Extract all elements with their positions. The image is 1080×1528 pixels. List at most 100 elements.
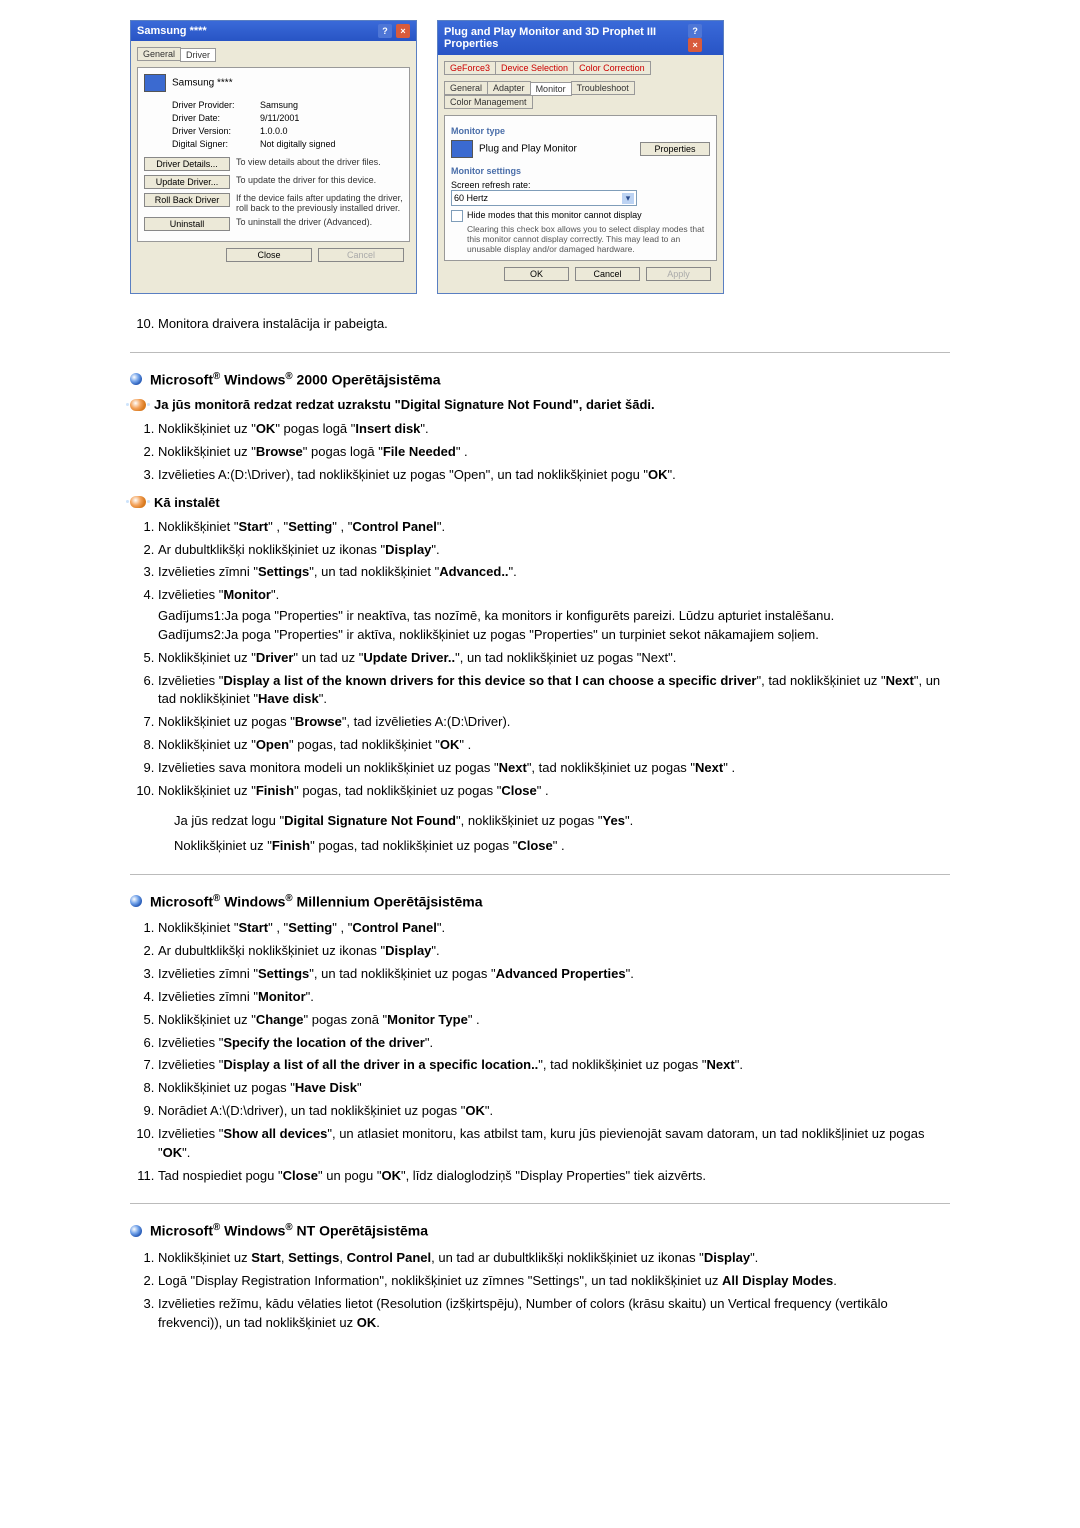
step-10-item: Monitora draivera instalācija ir pabeigt…	[158, 314, 950, 334]
date-value: 9/11/2001	[260, 113, 403, 123]
list-item: Noklikšķiniet uz "OK" pogas logā "Insert…	[158, 420, 950, 439]
ok-button: OK	[504, 267, 569, 281]
list-item: Izvēlieties zīmni "Monitor".	[158, 988, 950, 1007]
checkbox-icon	[451, 210, 463, 222]
list-item: Noklikšķiniet uz "Driver" un tad uz "Upd…	[158, 649, 950, 668]
hide-modes-label: Hide modes that this monitor cannot disp…	[467, 210, 642, 220]
tab-monitor: Monitor	[530, 82, 572, 96]
win2000-sub2: Kā instalēt	[130, 495, 950, 510]
win2000-list2: Noklikšķiniet "Start" , "Setting" , "Con…	[130, 518, 950, 801]
win-title-right: Plug and Play Monitor and 3D Prophet III…	[444, 26, 687, 50]
monitor-settings-label: Monitor settings	[451, 166, 710, 176]
roll-back-desc: If the device fails after updating the d…	[236, 193, 403, 213]
device-name: Samsung ****	[172, 78, 233, 89]
list-item: Tad nospiediet pogu "Close" un pogu "OK"…	[158, 1167, 950, 1186]
list-item: Noklikšķiniet uz pogas "Browse", tad izv…	[158, 713, 950, 732]
win-title-left: Samsung ****	[137, 25, 207, 37]
list-item: Noklikšķiniet uz Start, Settings, Contro…	[158, 1249, 950, 1268]
bullet-icon	[130, 373, 142, 385]
win2000-heading: Microsoft® Windows® 2000 Operētājsistēma	[130, 371, 950, 388]
winme-heading: Microsoft® Windows® Millennium Operētājs…	[130, 893, 950, 910]
monitor-type-value: Plug and Play Monitor	[479, 144, 577, 155]
step-10-list: Monitora draivera instalācija ir pabeigt…	[130, 314, 950, 334]
list-item: Norādiet A:\(D:\driver), un tad noklikšķ…	[158, 1102, 950, 1121]
tab-device-selection: Device Selection	[495, 61, 574, 75]
list-item: Izvēlieties zīmni "Settings", un tad nok…	[158, 965, 950, 984]
win2000-post-note1: Ja jūs redzat logu "Digital Signature No…	[174, 811, 950, 831]
tab-color-correction: Color Correction	[573, 61, 651, 75]
list-item: Ar dubultklikšķi noklikšķiniet uz ikonas…	[158, 541, 950, 560]
tab-adapter: Adapter	[487, 81, 531, 95]
list-item: Noklikšķiniet uz pogas "Have Disk"	[158, 1079, 950, 1098]
bullet-icon	[130, 496, 146, 508]
refresh-value: 60 Hertz	[454, 193, 488, 203]
driver-details-desc: To view details about the driver files.	[236, 157, 403, 167]
tab-troubleshoot: Troubleshoot	[571, 81, 635, 95]
tab-color-management: Color Management	[444, 95, 533, 109]
bullet-icon	[130, 1225, 142, 1237]
list-item: Izvēlieties "Display a list of all the d…	[158, 1056, 950, 1075]
separator	[130, 874, 950, 875]
apply-button: Apply	[646, 267, 711, 281]
list-item: Logā "Display Registration Information",…	[158, 1272, 950, 1291]
list-item: Noklikšķiniet uz "Open" pogas, tad nokli…	[158, 736, 950, 755]
driver-details-button: Driver Details...	[144, 157, 230, 171]
winnt-heading: Microsoft® Windows® NT Operētājsistēma	[130, 1222, 950, 1239]
update-driver-desc: To update the driver for this device.	[236, 175, 403, 185]
version-value: 1.0.0.0	[260, 126, 403, 136]
help-icon: ?	[378, 24, 392, 38]
driver-dialog-screenshots: Samsung **** ? × General Driver Samsung …	[130, 20, 950, 294]
close-icon: ×	[688, 38, 702, 52]
separator	[130, 352, 950, 353]
properties-button: Properties	[640, 142, 710, 156]
list-item: Noklikšķiniet uz "Change" pogas zonā "Mo…	[158, 1011, 950, 1030]
list-item: Izvēlieties "Display a list of the known…	[158, 672, 950, 710]
date-label: Driver Date:	[172, 113, 252, 123]
update-driver-button: Update Driver...	[144, 175, 230, 189]
hide-modes-note: Clearing this check box allows you to se…	[467, 224, 710, 254]
refresh-label: Screen refresh rate:	[451, 180, 710, 190]
bullet-icon	[130, 399, 146, 411]
version-label: Driver Version:	[172, 126, 252, 136]
provider-label: Driver Provider:	[172, 100, 252, 110]
case1-text: Gadījums1:Ja poga "Properties" ir neaktī…	[158, 607, 950, 626]
uninstall-button: Uninstall	[144, 217, 230, 231]
cancel-button: Cancel	[575, 267, 640, 281]
signer-value: Not digitally signed	[260, 139, 403, 149]
list-item: Ar dubultklikšķi noklikšķiniet uz ikonas…	[158, 942, 950, 961]
close-button: Close	[226, 248, 312, 262]
list-item: Izvēlieties zīmni "Settings", un tad nok…	[158, 563, 950, 582]
cancel-button: Cancel	[318, 248, 404, 262]
bullet-icon	[130, 895, 142, 907]
winme-list: Noklikšķiniet "Start" , "Setting" , "Con…	[130, 919, 950, 1185]
refresh-combo: 60 Hertz ▾	[451, 190, 637, 206]
win2000-post-note2: Noklikšķiniet uz "Finish" pogas, tad nok…	[174, 836, 950, 856]
list-item: Izvēlieties režīmu, kādu vēlaties lietot…	[158, 1295, 950, 1333]
monitor-properties-window: Plug and Play Monitor and 3D Prophet III…	[437, 20, 724, 294]
list-item: Noklikšķiniet "Start" , "Setting" , "Con…	[158, 518, 950, 537]
uninstall-desc: To uninstall the driver (Advanced).	[236, 217, 403, 227]
close-icon: ×	[396, 24, 410, 38]
tab-general: General	[444, 81, 488, 95]
tab-driver: Driver	[180, 48, 216, 62]
winnt-list: Noklikšķiniet uz Start, Settings, Contro…	[130, 1249, 950, 1332]
monitor-icon	[451, 140, 473, 158]
list-item: Izvēlieties "Monitor".Gadījums1:Ja poga …	[158, 586, 950, 645]
driver-properties-window: Samsung **** ? × General Driver Samsung …	[130, 20, 417, 294]
separator	[130, 1203, 950, 1204]
chevron-down-icon: ▾	[622, 193, 634, 204]
list-item: Izvēlieties "Show all devices", un atlas…	[158, 1125, 950, 1163]
list-item: Izvēlieties A:(D:\Driver), tad noklikšķi…	[158, 466, 950, 485]
list-item: Noklikšķiniet uz "Browse" pogas logā "Fi…	[158, 443, 950, 462]
case2-text: Gadījums2:Ja poga "Properties" ir aktīva…	[158, 626, 950, 645]
provider-value: Samsung	[260, 100, 403, 110]
list-item: Noklikšķiniet "Start" , "Setting" , "Con…	[158, 919, 950, 938]
list-item: Izvēlieties sava monitora modeli un nokl…	[158, 759, 950, 778]
monitor-type-label: Monitor type	[451, 126, 710, 136]
win2000-sub1: Ja jūs monitorā redzat redzat uzrakstu "…	[130, 397, 950, 412]
list-item: Izvēlieties "Specify the location of the…	[158, 1034, 950, 1053]
tab-geforce3: GeForce3	[444, 61, 496, 75]
list-item: Noklikšķiniet uz "Finish" pogas, tad nok…	[158, 782, 950, 801]
signer-label: Digital Signer:	[172, 139, 252, 149]
help-icon: ?	[688, 24, 702, 38]
